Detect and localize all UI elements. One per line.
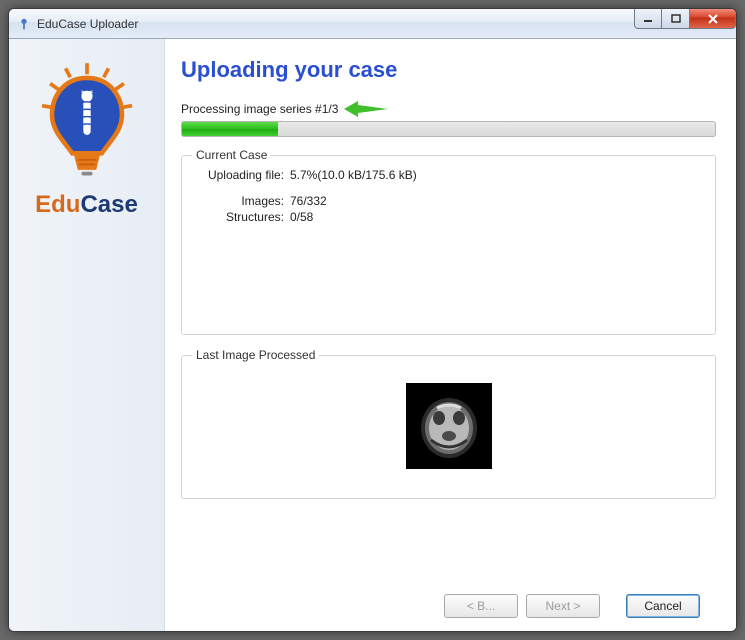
window-controls	[634, 9, 736, 29]
close-icon	[707, 13, 719, 25]
wizard-footer: < B... Next > Cancel	[181, 581, 716, 631]
uploading-file-value: 5.7%(10.0 kB/175.6 kB)	[290, 168, 417, 182]
app-icon	[17, 17, 31, 31]
images-value: 76/332	[290, 194, 327, 208]
logo: EduCase	[32, 63, 142, 219]
progress-bar	[181, 121, 716, 137]
cancel-button[interactable]: Cancel	[626, 594, 700, 618]
status-row: Processing image series #1/3	[181, 101, 716, 117]
next-button[interactable]: Next >	[526, 594, 600, 618]
scan-thumbnail	[406, 383, 492, 469]
last-image-title: Last Image Processed	[192, 348, 319, 362]
minimize-icon	[643, 14, 653, 24]
window-title: EduCase Uploader	[37, 17, 138, 31]
uploading-file-label: Uploading file:	[194, 168, 290, 182]
structures-value: 0/58	[290, 210, 313, 224]
back-button[interactable]: < B...	[444, 594, 518, 618]
maximize-button[interactable]	[662, 9, 690, 29]
logo-text: EduCase	[35, 191, 138, 219]
current-case-group: Current Case Uploading file: 5.7%(10.0 k…	[181, 155, 716, 335]
app-window: EduCase Uploader	[8, 8, 737, 632]
structures-label: Structures:	[194, 210, 290, 224]
page-title: Uploading your case	[181, 57, 716, 83]
educase-logo-icon	[41, 63, 133, 183]
minimize-button[interactable]	[634, 9, 662, 29]
main-panel: Uploading your case Processing image ser…	[165, 39, 736, 631]
maximize-icon	[671, 14, 681, 24]
status-text: Processing image series #1/3	[181, 102, 338, 116]
sidebar: EduCase	[9, 39, 165, 631]
progress-fill	[182, 122, 278, 136]
last-image-group: Last Image Processed	[181, 355, 716, 499]
last-image-container	[194, 366, 703, 486]
close-button[interactable]	[690, 9, 736, 29]
client-area: EduCase Uploading your case Processing i…	[9, 39, 736, 631]
annotation-arrow-icon	[344, 101, 388, 117]
titlebar: EduCase Uploader	[9, 9, 736, 39]
images-label: Images:	[194, 194, 290, 208]
current-case-title: Current Case	[192, 148, 271, 162]
